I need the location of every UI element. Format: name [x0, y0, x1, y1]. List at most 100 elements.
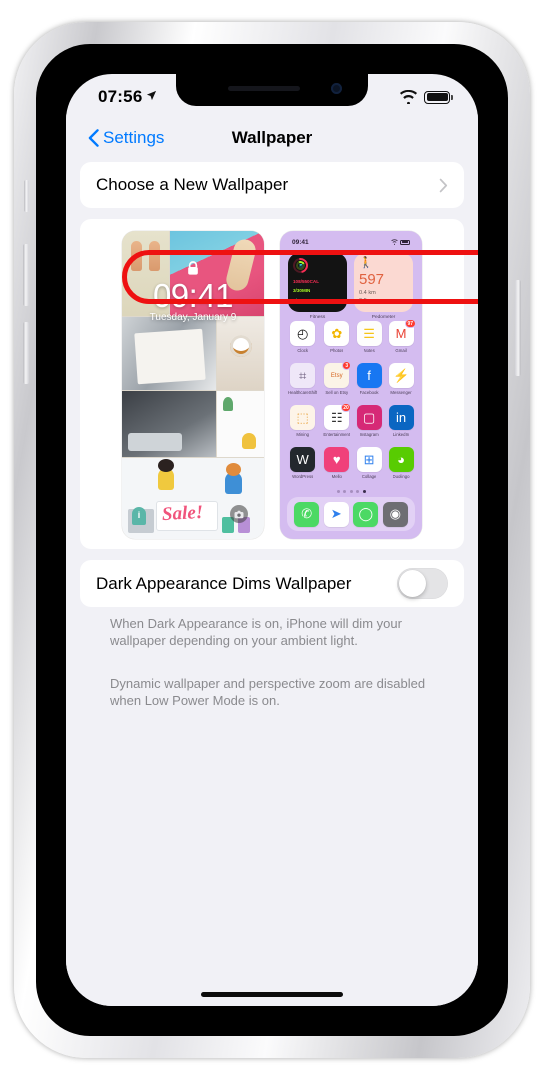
app-mello[interactable]: ♥ Mello	[323, 447, 350, 479]
app-label: Facebook	[359, 390, 379, 395]
widget-row: 108/550CAL 3/30MIN 7/12HRS Fitness 🚶 597	[288, 253, 414, 320]
pedometer-floors: 0 floors	[359, 297, 378, 304]
app-label: Instagram	[359, 432, 379, 437]
app-messenger[interactable]: ⚡ Messenger	[388, 363, 414, 395]
app-gmail[interactable]: M 97 Gmail	[388, 319, 416, 353]
app-collage[interactable]: ⊞ Collage	[356, 447, 382, 479]
walking-person-icon: 🚶	[359, 257, 373, 269]
pedometer-widget[interactable]: 🚶 597 0.4 km 0 floors Pedometer	[354, 253, 413, 320]
page-dot-4[interactable]	[356, 490, 359, 493]
notification-badge: 20	[340, 403, 352, 412]
collage-tile-tea	[217, 316, 264, 390]
app-label: WordPress	[292, 474, 314, 479]
volume-down-button[interactable]	[23, 322, 29, 384]
notification-badge: 3	[342, 361, 352, 370]
app-label: Entertainment	[323, 432, 351, 437]
toggle-knob	[399, 570, 426, 597]
app-label: Mining	[296, 432, 310, 437]
fitness-widget[interactable]: 108/550CAL 3/30MIN 7/12HRS Fitness	[288, 253, 347, 320]
messages-icon[interactable]: ◯	[353, 501, 379, 527]
app-label: HealthcareShift	[288, 390, 318, 395]
camera-icon[interactable]: ◉	[382, 501, 408, 527]
location-arrow-icon	[147, 90, 157, 101]
dark-appearance-toggle[interactable]	[397, 568, 448, 599]
lock-screen-preview[interactable]: i Sale! 09:41 Tuesday, January 9	[122, 231, 264, 539]
home-screen-preview[interactable]: 09:41 108/550CAL 3/30MIN 7/12HRS Fitness…	[280, 231, 422, 539]
pedometer-steps: 597	[359, 271, 385, 288]
collage-tile-desk	[122, 316, 217, 390]
app-linkedin[interactable]: in LinkedIn	[388, 405, 414, 437]
phone-frame: 07:56 Settings Wallpaper Choose a New Wa…	[14, 22, 530, 1058]
messenger-icon: ⚡	[388, 363, 414, 388]
status-bar-left: 07:56	[98, 87, 157, 107]
fitness-move-value: 108/550CAL	[293, 279, 320, 284]
dock: ✆ ➤ ◯ ◉	[287, 497, 415, 531]
etsy-icon: Etsy 3	[324, 361, 352, 388]
phone-bezel: 07:56 Settings Wallpaper Choose a New Wa…	[36, 44, 508, 1036]
page-dot-5[interactable]	[362, 490, 366, 493]
lock-screen-time: 09:41	[152, 277, 234, 314]
app-label: Clock	[297, 348, 309, 353]
dark-appearance-row: Dark Appearance Dims Wallpaper	[80, 560, 464, 607]
app-photos[interactable]: ✿ Photos	[323, 321, 350, 353]
clock-icon: ◴	[290, 321, 316, 346]
wifi-icon	[399, 90, 418, 104]
fitness-exercise-value: 3/30MIN	[293, 288, 311, 294]
power-button[interactable]	[515, 280, 521, 376]
linkedin-icon: in	[388, 405, 414, 430]
battery-icon	[400, 239, 410, 245]
facebook-icon: f	[356, 363, 382, 388]
mute-switch[interactable]	[24, 180, 29, 212]
app-instagram[interactable]: ▢ Instagram	[356, 405, 382, 437]
sale-person-right	[225, 463, 242, 495]
lock-icon	[188, 261, 198, 275]
notch	[176, 74, 368, 106]
safari-icon[interactable]: ➤	[323, 501, 349, 527]
app-label: Collage	[361, 474, 377, 479]
app-etsy[interactable]: Etsy 3 Sell on Etsy	[323, 361, 352, 395]
dark-appearance-card: Dark Appearance Dims Wallpaper	[80, 560, 464, 607]
dark-appearance-footer: When Dark Appearance is on, iPhone will …	[110, 616, 402, 649]
settings-content: Choose a New Wallpaper i Sale! 09:41 Tue…	[66, 162, 478, 1006]
app-facebook[interactable]: f Facebook	[356, 363, 382, 395]
app-label: LinkedIn	[392, 432, 410, 437]
page-dot-2[interactable]	[343, 490, 346, 493]
fitness-widget-caption: Fitness	[309, 315, 326, 320]
choose-a-new-wallpaper-row[interactable]: Choose a New Wallpaper	[80, 162, 464, 208]
page-dots[interactable]	[280, 490, 422, 493]
collage-icon: ⊞	[356, 447, 382, 472]
page-dot-3[interactable]	[349, 490, 353, 493]
phone-screen: 07:56 Settings Wallpaper Choose a New Wa…	[66, 74, 478, 1006]
app-label: Messenger	[390, 390, 412, 395]
app-grid: ◴ Clock ✿ Photos ☰ Notes M 97 Gmail ⌗ HealthcareSh…	[288, 319, 416, 479]
app-duolingo[interactable]: ◕ Duolingo	[388, 447, 414, 479]
volume-up-button[interactable]	[23, 244, 29, 306]
pedometer-widget-caption: Pedometer	[371, 315, 396, 320]
phone-icon[interactable]: ✆	[294, 501, 320, 527]
notification-badge: 97	[404, 319, 416, 328]
home-indicator[interactable]	[201, 992, 343, 997]
collage-tile-typewriter	[122, 391, 217, 458]
app-mining[interactable]: ⬚ Mining	[288, 405, 317, 437]
collage-tile-plants	[217, 391, 264, 458]
page-dot-1[interactable]	[336, 490, 340, 493]
dark-appearance-label: Dark Appearance Dims Wallpaper	[96, 573, 352, 593]
gmail-icon: M 97	[388, 319, 416, 346]
app-wordpress[interactable]: W WordPress	[288, 447, 317, 479]
fitness-stand-value: 7/12HRS	[293, 297, 312, 303]
home-preview-status-right	[391, 239, 410, 245]
info-badge: i	[132, 506, 146, 525]
app-folder[interactable]: ⌗ HealthcareShift	[288, 363, 317, 395]
choose-wallpaper-card: Choose a New Wallpaper	[80, 162, 464, 208]
mello-icon: ♥	[324, 447, 350, 472]
activity-rings-icon	[290, 255, 311, 276]
camera-icon[interactable]	[230, 505, 248, 523]
back-to-settings-button[interactable]: Settings	[88, 128, 164, 148]
app-entertainment[interactable]: ☷ 20 Entertainment	[323, 403, 352, 437]
app-clock[interactable]: ◴ Clock	[288, 321, 317, 353]
app-notes[interactable]: ☰ Notes	[356, 321, 382, 353]
chevron-right-icon	[439, 178, 448, 192]
app-label: Duolingo	[392, 474, 410, 479]
sale-text: Sale!	[161, 501, 204, 526]
home-preview-status-bar: 09:41	[280, 231, 422, 249]
